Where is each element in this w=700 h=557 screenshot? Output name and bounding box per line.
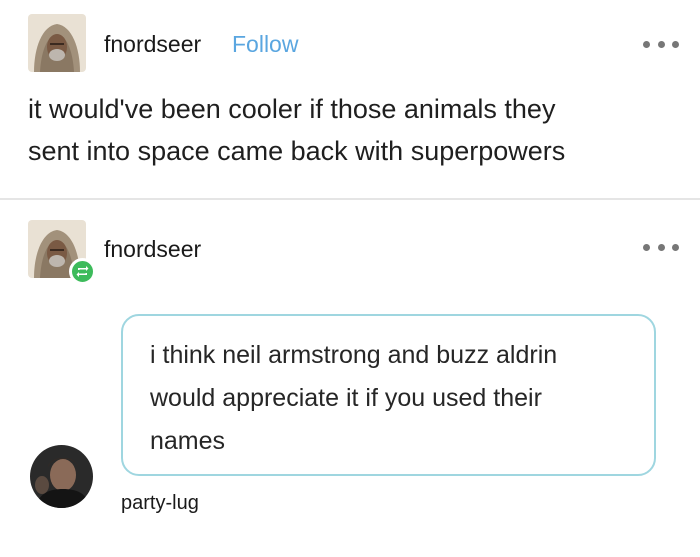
- post-username[interactable]: fnordseer: [104, 31, 201, 58]
- more-options-icon[interactable]: [643, 37, 679, 51]
- post-body: it would've been cooler if those animals…: [28, 88, 678, 172]
- post-text-line: it would've been cooler if those animals…: [28, 94, 556, 124]
- more-options-icon[interactable]: [643, 240, 679, 254]
- reply-text-line: names: [150, 427, 226, 455]
- post-text-line: sent into space came back with superpowe…: [28, 136, 566, 166]
- reblog-icon: [69, 258, 96, 285]
- tumblr-screenshot: fnordseer Follow it would've been cooler…: [0, 0, 700, 557]
- reply-body: i think neil armstrong and buzz aldrin w…: [150, 334, 650, 463]
- reblog-username[interactable]: fnordseer: [104, 236, 201, 263]
- post-divider: [0, 198, 700, 200]
- follow-button[interactable]: Follow: [232, 31, 298, 58]
- reply-text-line: would appreciate it if you used their: [150, 384, 542, 412]
- reply-username[interactable]: party-lug: [121, 492, 199, 515]
- reply-avatar[interactable]: [30, 445, 93, 508]
- reply-text-line: i think neil armstrong and buzz aldrin: [150, 341, 558, 369]
- user-avatar[interactable]: [28, 14, 86, 72]
